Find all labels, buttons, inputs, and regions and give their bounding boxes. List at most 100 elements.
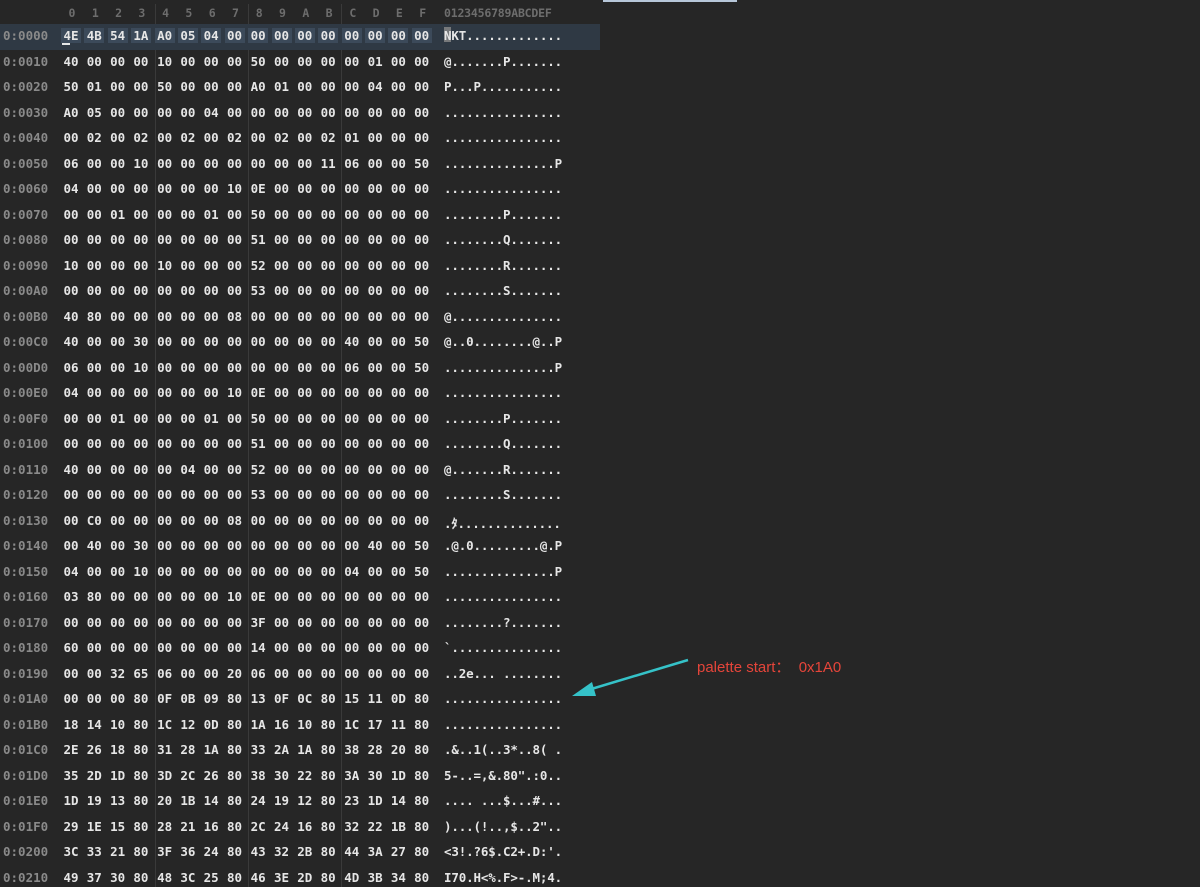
hex-byte[interactable]: 05 — [84, 105, 104, 120]
hex-byte[interactable]: 00 — [178, 411, 198, 426]
hex-byte[interactable]: 1D — [108, 768, 128, 783]
hex-byte[interactable]: 80 — [412, 742, 432, 757]
hex-byte[interactable]: 00 — [201, 436, 221, 451]
hex-byte[interactable]: 06 — [61, 156, 81, 171]
hex-byte[interactable]: 00 — [412, 411, 432, 426]
hex-byte[interactable]: 18 — [108, 742, 128, 757]
hex-byte[interactable]: 33 — [248, 742, 268, 757]
hex-byte[interactable]: 80 — [84, 589, 104, 604]
hex-byte[interactable]: 00 — [388, 513, 408, 528]
hex-byte[interactable]: 00 — [365, 589, 385, 604]
hex-byte[interactable]: 00 — [342, 411, 362, 426]
hex-byte[interactable]: 00 — [272, 436, 292, 451]
hex-byte[interactable]: 00 — [225, 283, 245, 298]
ascii-text[interactable]: NKT............. — [444, 28, 562, 43]
hex-byte[interactable]: 80 — [318, 793, 338, 808]
hex-byte[interactable]: 54 — [107, 28, 128, 43]
hex-byte[interactable]: 00 — [108, 436, 128, 451]
hex-byte[interactable]: 00 — [412, 589, 432, 604]
ascii-text[interactable]: )...(!..,$..2".. — [444, 819, 562, 834]
hex-byte[interactable]: 3C — [61, 844, 81, 859]
hex-byte[interactable]: 00 — [108, 130, 128, 145]
hex-row[interactable]: 0:01D0 35 2D 1D 80 3D 2C 26 80 38 30 22 80 3A 30 1D 80 5-… — [0, 764, 600, 790]
hex-byte[interactable]: 15 — [108, 819, 128, 834]
hex-byte[interactable]: 02 — [225, 130, 245, 145]
hex-byte[interactable]: 00 — [412, 232, 432, 247]
hex-byte[interactable]: 80 — [225, 793, 245, 808]
hex-byte[interactable]: 0D — [201, 717, 221, 732]
hex-byte[interactable]: 1D — [365, 793, 385, 808]
hex-byte[interactable]: 00 — [412, 79, 432, 94]
hex-byte[interactable]: 00 — [388, 640, 408, 655]
hex-byte[interactable]: 00 — [108, 283, 128, 298]
hex-byte[interactable]: 00 — [201, 615, 221, 630]
hex-byte[interactable]: 51 — [248, 436, 268, 451]
hex-byte[interactable]: 16 — [272, 717, 292, 732]
hex-byte[interactable]: 80 — [131, 768, 151, 783]
ascii-text[interactable]: @.......P....... — [444, 54, 562, 69]
hex-row[interactable]: 0:01E0 1D 19 13 80 20 1B 14 80 24 19 12 80 23 1D 14 80..… — [0, 789, 600, 815]
hex-byte[interactable]: 00 — [365, 640, 385, 655]
hex-row[interactable]: 0:0010 40 00 00 00 10 00 00 00 50 00 00 00 00 01 00 00 @.… — [0, 50, 600, 76]
hex-byte[interactable]: 00 — [155, 589, 175, 604]
hex-byte[interactable]: 03 — [61, 589, 81, 604]
hex-byte[interactable]: 1A — [130, 28, 151, 43]
hex-byte[interactable]: 00 — [225, 640, 245, 655]
hex-byte[interactable]: 00 — [108, 334, 128, 349]
hex-byte[interactable]: 00 — [61, 538, 81, 553]
hex-byte[interactable]: 65 — [131, 666, 151, 681]
hex-byte[interactable]: 33 — [84, 844, 104, 859]
ascii-text[interactable]: @............... — [444, 309, 562, 324]
hex-byte[interactable]: 3B — [365, 870, 385, 885]
ascii-text[interactable]: I70.H<%.F>-.M;4. — [444, 870, 562, 885]
ascii-text[interactable]: ........?....... — [444, 615, 562, 630]
hex-byte[interactable]: 00 — [225, 360, 245, 375]
hex-byte[interactable]: 00 — [388, 309, 408, 324]
hex-byte[interactable]: 80 — [412, 793, 432, 808]
hex-byte[interactable]: 00 — [201, 487, 221, 502]
hex-row[interactable]: 0:0180 60 00 00 00 00 00 00 00 14 00 00 00 00 00 00 00 `.… — [0, 636, 600, 662]
ascii-text[interactable]: ........Q....... — [444, 232, 562, 247]
hex-byte[interactable]: 00 — [342, 640, 362, 655]
hex-byte[interactable]: 40 — [84, 538, 104, 553]
hex-byte[interactable]: 52 — [248, 258, 268, 273]
hex-byte[interactable]: 00 — [295, 309, 315, 324]
hex-byte[interactable]: 30 — [108, 870, 128, 885]
ascii-text[interactable]: .... ...$...#... — [444, 793, 562, 808]
hex-byte[interactable]: 01 — [342, 130, 362, 145]
hex-byte[interactable]: 17 — [365, 717, 385, 732]
hex-byte[interactable]: 18 — [61, 717, 81, 732]
hex-byte[interactable]: 00 — [225, 334, 245, 349]
hex-byte[interactable]: 80 — [318, 768, 338, 783]
hex-byte[interactable]: 00 — [365, 411, 385, 426]
hex-byte[interactable]: 00 — [272, 487, 292, 502]
hex-byte[interactable]: 3F — [248, 615, 268, 630]
hex-byte[interactable]: 00 — [318, 487, 338, 502]
hex-byte[interactable]: 28 — [155, 819, 175, 834]
hex-byte[interactable]: 00 — [248, 130, 268, 145]
hex-byte[interactable]: 00 — [178, 513, 198, 528]
hex-byte[interactable]: 00 — [225, 105, 245, 120]
hex-byte[interactable]: 24 — [272, 819, 292, 834]
hex-row[interactable]: 0:01A0 00 00 00 80 0F 0B 09 80 13 0F 0C 80 15 11 0D 80..… — [0, 687, 600, 713]
hex-byte[interactable]: 00 — [272, 513, 292, 528]
hex-byte[interactable]: 00 — [108, 589, 128, 604]
hex-byte[interactable]: 00 — [248, 538, 268, 553]
hex-byte[interactable]: 00 — [318, 462, 338, 477]
hex-byte[interactable]: 00 — [201, 283, 221, 298]
hex-byte[interactable]: 11 — [388, 717, 408, 732]
hex-byte[interactable]: 00 — [61, 615, 81, 630]
ascii-text[interactable]: @.......R....... — [444, 462, 562, 477]
hex-byte[interactable]: 10 — [295, 717, 315, 732]
hex-byte[interactable]: 00 — [295, 640, 315, 655]
hex-byte[interactable]: 00 — [84, 615, 104, 630]
hex-byte[interactable]: 00 — [225, 462, 245, 477]
hex-row[interactable]: 0:0160 03 80 00 00 00 00 00 10 0E 00 00 00 00 00 00 00..… — [0, 585, 600, 611]
hex-byte[interactable]: 80 — [412, 870, 432, 885]
hex-byte[interactable]: A0 — [154, 28, 175, 43]
hex-byte[interactable]: 00 — [224, 28, 245, 43]
hex-byte[interactable]: 00 — [295, 360, 315, 375]
hex-byte[interactable]: 80 — [412, 717, 432, 732]
hex-byte[interactable]: 02 — [84, 130, 104, 145]
hex-byte[interactable]: 00 — [295, 130, 315, 145]
